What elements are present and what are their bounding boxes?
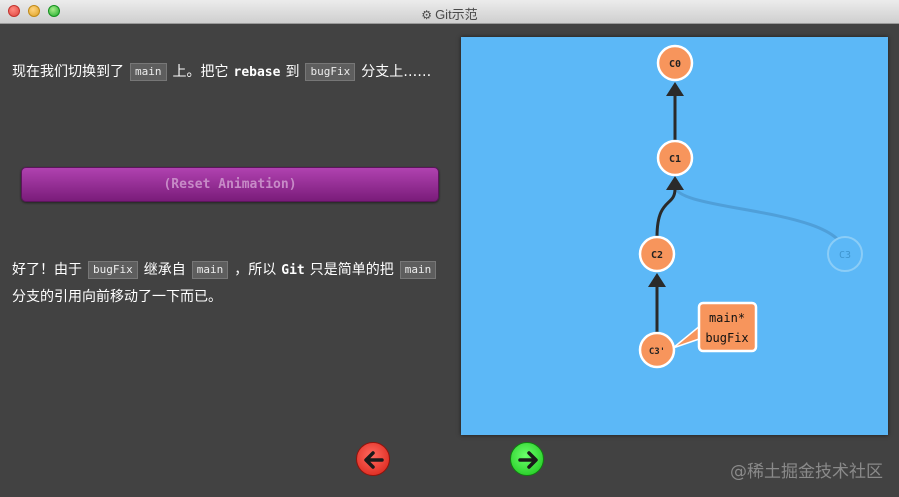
commit-c3-prime: C3' bbox=[638, 331, 676, 369]
commit-c1: C1 bbox=[656, 139, 694, 177]
window-title: ⚙ Git示范 bbox=[421, 7, 478, 22]
commit-c2: C2 bbox=[638, 235, 676, 273]
arrow-left-icon bbox=[364, 451, 384, 469]
commit-graph: C0 C1 C2 C3 C3' main* bugFix bbox=[638, 44, 863, 369]
commit-label: C1 bbox=[669, 154, 681, 165]
branch-name-bugfix: bugFix bbox=[705, 331, 748, 345]
commit-label: C2 bbox=[651, 250, 663, 261]
ghost-edge bbox=[673, 185, 847, 256]
instruction-paragraph-2: 好了！由于 bugFix 继承自 main ，所以 Git 只是简单的把 main分支的引用向… bbox=[12, 257, 452, 310]
watermark: @稀土掘金技术社区 bbox=[730, 462, 883, 482]
back-button[interactable] bbox=[356, 442, 390, 476]
code-tag: bugFix bbox=[305, 63, 356, 81]
code-tag: main bbox=[130, 63, 167, 81]
code-tag: main bbox=[399, 261, 437, 279]
bold-keyword: Git bbox=[281, 263, 305, 278]
bold-keyword: rebase bbox=[233, 65, 281, 80]
code-tag: bugFix bbox=[88, 261, 138, 279]
branch-label: main* bugFix bbox=[672, 301, 758, 353]
edge-c2-c1 bbox=[655, 188, 677, 238]
edge-arrowhead bbox=[648, 273, 666, 287]
edge-arrowhead bbox=[666, 176, 684, 190]
git-visualization-panel: C0 C1 C2 C3 C3' main* bugFix bbox=[461, 37, 888, 435]
commit-label: C0 bbox=[669, 59, 681, 70]
arrow-right-icon bbox=[518, 451, 538, 469]
window-titlebar: ⚙ Git示范 bbox=[0, 0, 899, 24]
branch-name-main: main* bbox=[709, 311, 745, 325]
forward-button[interactable] bbox=[510, 442, 544, 476]
reset-animation-button[interactable]: (Reset Animation) bbox=[21, 167, 439, 202]
commit-c0: C0 bbox=[656, 44, 694, 82]
gear-icon: ⚙ bbox=[421, 8, 433, 22]
commit-c3-ghost: C3 bbox=[827, 236, 863, 272]
commit-label: C3' bbox=[649, 347, 665, 357]
instruction-paragraph-1: 现在我们切换到了 main 上。把它 rebase 到 bugFix 分支上…… bbox=[12, 63, 432, 81]
edge-arrowhead bbox=[666, 82, 684, 96]
code-tag: main bbox=[191, 261, 229, 279]
commit-label: C3 bbox=[839, 250, 851, 261]
